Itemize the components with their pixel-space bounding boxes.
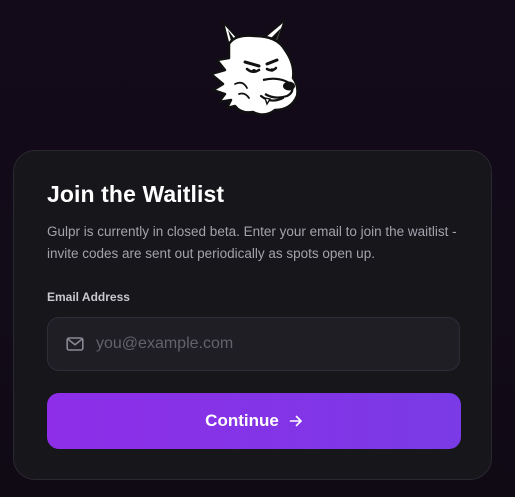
- card-description: Gulpr is currently in closed beta. Enter…: [47, 224, 457, 261]
- email-field[interactable]: [47, 317, 460, 371]
- wolf-mascot-icon: [205, 14, 305, 124]
- waitlist-card: Join the Waitlist Gulpr is currently in …: [13, 150, 492, 480]
- mail-icon: [66, 337, 84, 351]
- arrow-right-icon: [289, 415, 302, 427]
- continue-button-label: Continue: [205, 411, 279, 430]
- email-input[interactable]: [96, 318, 446, 370]
- card-title: Join the Waitlist: [47, 181, 225, 207]
- email-label: Email Address: [47, 290, 130, 304]
- waitlist-page: Join the Waitlist Gulpr is currently in …: [0, 0, 515, 497]
- continue-button[interactable]: Continue: [47, 393, 461, 449]
